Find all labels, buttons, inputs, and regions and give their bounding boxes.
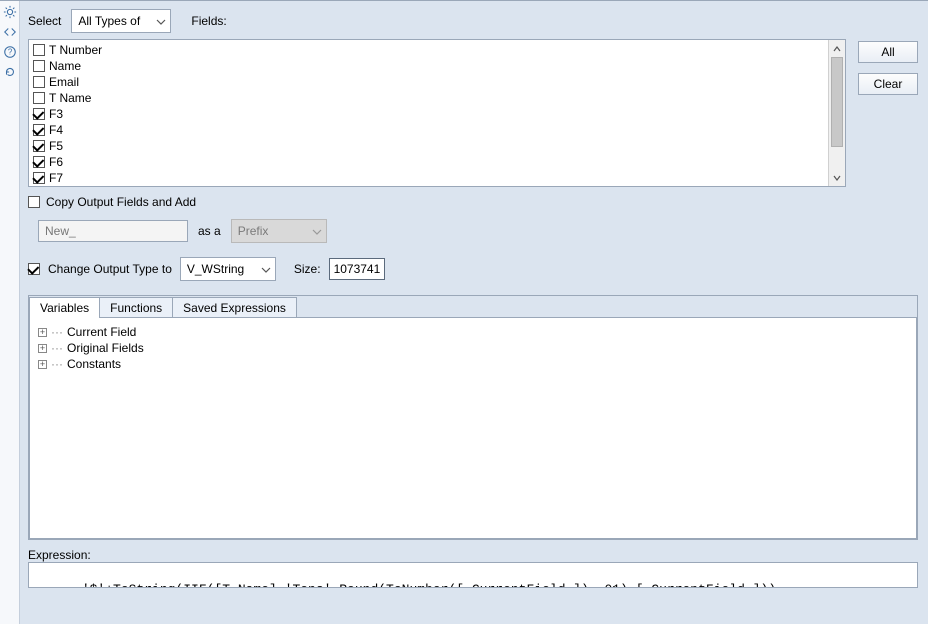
- fields-label: Fields:: [191, 14, 226, 28]
- field-label: F3: [49, 107, 63, 121]
- field-checkbox[interactable]: [33, 156, 45, 168]
- field-label: F7: [49, 171, 63, 185]
- chevron-down-icon: [312, 226, 322, 236]
- field-checkbox[interactable]: [33, 124, 45, 136]
- field-item[interactable]: Email: [33, 74, 824, 90]
- size-input[interactable]: 1073741: [329, 258, 385, 280]
- config-panel: Select All Types of Fields: T Number Name…: [20, 1, 928, 624]
- field-label: Name: [49, 59, 81, 73]
- field-checkbox[interactable]: [33, 76, 45, 88]
- change-type-label: Change Output Type to: [48, 262, 172, 276]
- expand-icon[interactable]: +: [38, 344, 47, 353]
- scroll-down-button[interactable]: [829, 169, 845, 186]
- field-label: F6: [49, 155, 63, 169]
- fields-scrollbar[interactable]: [828, 40, 845, 186]
- output-type-value: V_WString: [187, 262, 244, 276]
- change-type-checkbox[interactable]: [28, 263, 40, 275]
- field-checkbox[interactable]: [33, 172, 45, 184]
- field-label: F4: [49, 123, 63, 137]
- field-checkbox[interactable]: [33, 44, 45, 56]
- field-checkbox[interactable]: [33, 60, 45, 72]
- field-item[interactable]: T Number: [33, 42, 824, 58]
- help-icon[interactable]: ?: [3, 45, 17, 59]
- field-item[interactable]: F6: [33, 154, 824, 170]
- field-label: T Number: [49, 43, 102, 57]
- expression-label: Expression:: [28, 548, 920, 562]
- left-icon-rail: ?: [0, 1, 20, 624]
- copy-output-checkbox[interactable]: [28, 196, 40, 208]
- change-type-row: Change Output Type to V_WString Size: 10…: [28, 257, 920, 281]
- clear-button[interactable]: Clear: [858, 73, 918, 95]
- prefix-value: Prefix: [238, 224, 269, 238]
- chevron-down-icon: [261, 264, 271, 274]
- copy-prefix-row: New_ as a Prefix: [28, 219, 920, 243]
- field-label: T Name: [49, 91, 91, 105]
- expand-icon[interactable]: +: [38, 360, 47, 369]
- refresh-icon[interactable]: [3, 65, 17, 79]
- variables-tree[interactable]: +··· Current Field +··· Original Fields …: [29, 317, 917, 539]
- chevron-down-icon: [156, 16, 166, 26]
- new-field-name-input[interactable]: New_: [38, 220, 188, 242]
- tree-item-constants[interactable]: +··· Constants: [38, 356, 908, 372]
- field-item[interactable]: F7: [33, 170, 824, 186]
- select-row: Select All Types of Fields:: [28, 5, 920, 37]
- select-type-value: All Types of: [78, 14, 140, 28]
- field-label: Email: [49, 75, 79, 89]
- field-item[interactable]: Name: [33, 58, 824, 74]
- field-checkbox[interactable]: [33, 108, 45, 120]
- code-icon[interactable]: [3, 25, 17, 39]
- field-label: F5: [49, 139, 63, 153]
- scroll-up-button[interactable]: [829, 40, 845, 57]
- reference-panel: Variables Functions Saved Expressions +·…: [28, 295, 918, 540]
- select-type-combo[interactable]: All Types of: [71, 9, 171, 33]
- all-button[interactable]: All: [858, 41, 918, 63]
- fields-listbox[interactable]: T Number Name Email T Name F3 F4 F5 F6 F7F8: [28, 39, 846, 187]
- svg-text:?: ?: [7, 48, 12, 57]
- prefix-suffix-combo: Prefix: [231, 219, 327, 243]
- field-item[interactable]: F3: [33, 106, 824, 122]
- as-a-label: as a: [198, 224, 221, 238]
- tree-item-original-fields[interactable]: +··· Original Fields: [38, 340, 908, 356]
- field-item[interactable]: F5: [33, 138, 824, 154]
- tab-functions[interactable]: Functions: [99, 297, 173, 318]
- gear-icon[interactable]: [3, 5, 17, 19]
- tree-item-current-field[interactable]: +··· Current Field: [38, 324, 908, 340]
- output-type-combo[interactable]: V_WString: [180, 257, 276, 281]
- tab-saved-expressions[interactable]: Saved Expressions: [172, 297, 297, 318]
- expand-icon[interactable]: +: [38, 328, 47, 337]
- field-item[interactable]: F4: [33, 122, 824, 138]
- select-label: Select: [28, 14, 61, 28]
- copy-output-row: Copy Output Fields and Add: [28, 195, 920, 209]
- scroll-thumb[interactable]: [831, 57, 843, 147]
- field-checkbox[interactable]: [33, 140, 45, 152]
- expression-editor[interactable]: '$'+ToString(IIF([T Name]='Tons',Round(T…: [28, 562, 918, 588]
- tab-variables[interactable]: Variables: [29, 297, 100, 318]
- field-item[interactable]: F8: [33, 186, 824, 187]
- field-checkbox[interactable]: [33, 92, 45, 104]
- field-item[interactable]: T Name: [33, 90, 824, 106]
- size-label: Size:: [294, 262, 321, 276]
- copy-output-label: Copy Output Fields and Add: [46, 195, 196, 209]
